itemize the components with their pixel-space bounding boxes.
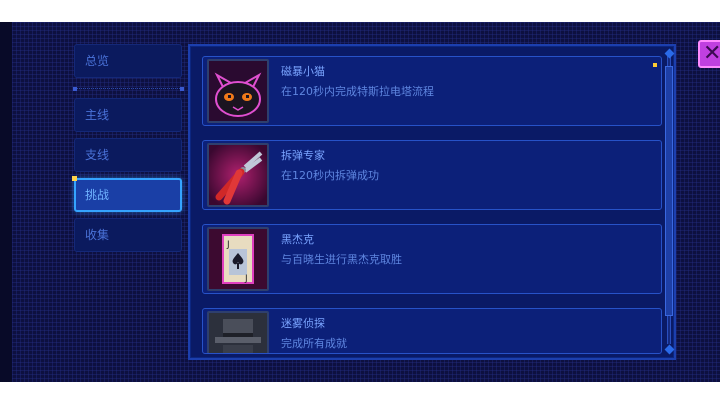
nav-divider [74, 88, 182, 90]
new-badge-dot [653, 63, 657, 67]
svg-text:J: J [244, 274, 248, 284]
pliers-icon [207, 143, 269, 207]
achievement-description: 在120秒内拆弹成功 [281, 169, 379, 182]
nav-tab-collection[interactable]: 收集 [74, 218, 182, 252]
nav-tab-label: 收集 [85, 228, 110, 242]
achievement-title: 拆弹专家 [281, 149, 325, 162]
detective-hat-icon [207, 311, 269, 353]
close-icon: ✕ [703, 41, 720, 66]
nav-tab-challenge[interactable]: 挑战 [74, 178, 182, 212]
achievement-title: 黑杰克 [281, 233, 314, 246]
nav-tab-label: 支线 [85, 148, 110, 162]
black-cat-icon [207, 59, 269, 123]
nav-tab-label: 总览 [85, 54, 110, 68]
achievement-card[interactable]: 拆弹专家 在120秒内拆弹成功 [202, 140, 662, 210]
active-indicator-dot [72, 176, 77, 181]
game-screen: 总览 主线 支线 挑战 收集 磁暴小猫 在120秒内完成特斯拉电塔流程 拆弹专家… [0, 22, 720, 382]
nav-tab-main-quest[interactable]: 主线 [74, 98, 182, 132]
achievement-card[interactable]: J J 黑杰克 与百晓生进行黑杰克取胜 [202, 224, 662, 294]
achievement-list-panel: 磁暴小猫 在120秒内完成特斯拉电塔流程 拆弹专家 在120秒内拆弹成功 J J… [188, 44, 676, 360]
achievement-title: 磁暴小猫 [281, 65, 325, 78]
achievement-title: 迷雾侦探 [281, 317, 325, 330]
achievement-card[interactable]: 迷雾侦探 完成所有成就 [202, 308, 662, 354]
nav-tab-label: 主线 [85, 108, 110, 122]
scrollbar[interactable] [664, 56, 674, 344]
achievement-description: 在120秒内完成特斯拉电塔流程 [281, 85, 434, 98]
nav-tab-overview[interactable]: 总览 [74, 44, 182, 78]
nav-tab-side-quest[interactable]: 支线 [74, 138, 182, 172]
playing-card-icon: J J [207, 227, 269, 291]
scrollbar-thumb[interactable] [665, 66, 673, 316]
divider-dot [73, 87, 77, 91]
achievement-description: 与百晓生进行黑杰克取胜 [281, 253, 402, 266]
achievement-card[interactable]: 磁暴小猫 在120秒内完成特斯拉电塔流程 [202, 56, 662, 126]
close-button[interactable]: ✕ [698, 40, 720, 68]
svg-text:J: J [226, 240, 230, 250]
achievement-description: 完成所有成就 [281, 337, 347, 350]
divider-dot [180, 87, 184, 91]
nav-tab-label: 挑战 [85, 188, 110, 202]
